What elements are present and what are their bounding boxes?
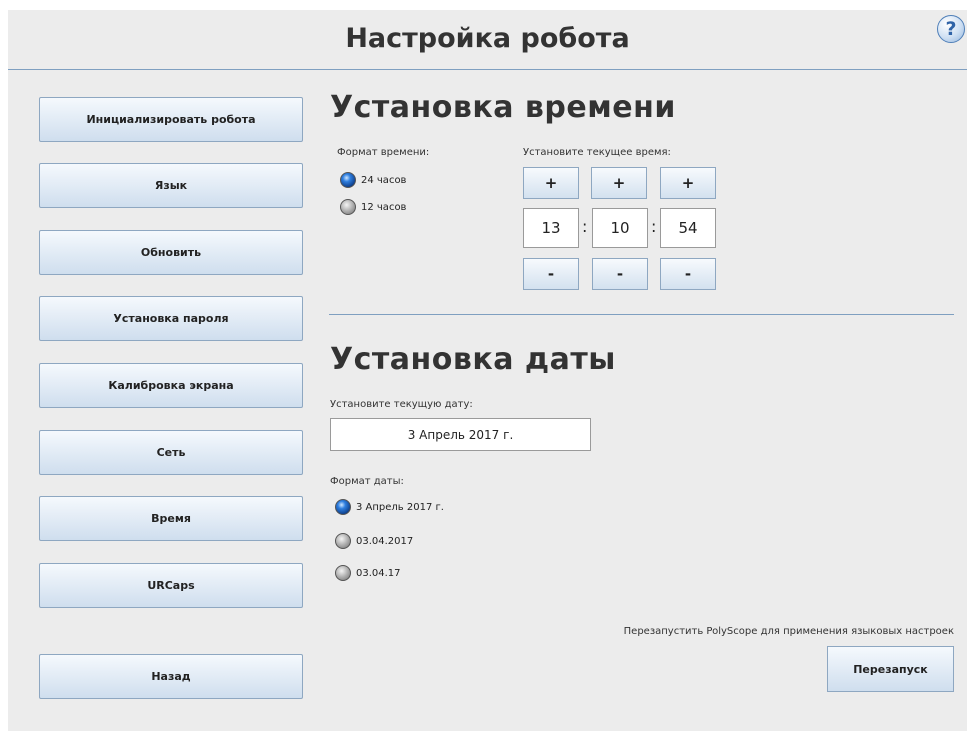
radio-unselected-icon: [335, 533, 351, 549]
seconds-field[interactable]: 54: [660, 208, 716, 248]
time-section-title: Установка времени: [330, 90, 676, 125]
section-divider: [329, 314, 954, 315]
radio-selected-icon: [335, 499, 351, 515]
date-format-full-numeric-radio[interactable]: 03.04.2017: [335, 533, 413, 549]
radio-label: 03.04.2017: [356, 535, 414, 547]
date-section-title: Установка даты: [330, 342, 616, 377]
sidebar-item-label: Установка пароля: [113, 312, 229, 325]
radio-label: 3 Апрель 2017 г.: [356, 501, 444, 513]
restart-button-label: Перезапуск: [853, 662, 928, 676]
page-title: Настройка робота: [345, 23, 630, 54]
minutes-minus-button[interactable]: -: [592, 258, 648, 290]
time-format-12h-radio[interactable]: 12 часов: [340, 199, 406, 215]
restart-button[interactable]: Перезапуск: [827, 646, 954, 692]
date-field[interactable]: 3 Апрель 2017 г.: [330, 418, 591, 451]
sidebar-item-password[interactable]: Установка пароля: [39, 296, 303, 341]
sidebar-item-label: Калибровка экрана: [108, 379, 234, 392]
minutes-plus-button[interactable]: +: [591, 167, 647, 199]
sidebar-item-language[interactable]: Язык: [39, 163, 303, 208]
screen: Настройка робота ? Инициализировать робо…: [8, 10, 967, 731]
sidebar-item-label: Время: [151, 512, 191, 525]
minutes-field[interactable]: 10: [592, 208, 648, 248]
set-date-label: Установите текущую дату:: [330, 399, 473, 410]
date-format-label: Формат даты:: [330, 476, 404, 487]
time-format-24h-radio[interactable]: 24 часов: [340, 172, 406, 188]
seconds-minus-button[interactable]: -: [660, 258, 716, 290]
back-button-label: Назад: [151, 670, 191, 683]
hours-plus-button[interactable]: +: [523, 167, 579, 199]
radio-label: 03.04.17: [356, 567, 401, 579]
radio-label: 24 часов: [361, 174, 407, 186]
sidebar-item-update[interactable]: Обновить: [39, 230, 303, 275]
seconds-plus-button[interactable]: +: [660, 167, 716, 199]
radio-selected-icon: [340, 172, 356, 188]
sidebar-item-initialize-robot[interactable]: Инициализировать робота: [39, 97, 303, 142]
radio-label: 12 часов: [361, 201, 407, 213]
radio-unselected-icon: [340, 199, 356, 215]
hours-minus-button[interactable]: -: [523, 258, 579, 290]
radio-unselected-icon: [335, 565, 351, 581]
header: Настройка робота ?: [8, 10, 967, 70]
sidebar-item-label: Язык: [154, 179, 188, 192]
date-format-long-radio[interactable]: 3 Апрель 2017 г.: [335, 499, 444, 515]
time-separator: :: [582, 217, 588, 236]
date-format-short-numeric-radio[interactable]: 03.04.17: [335, 565, 401, 581]
back-button[interactable]: Назад: [39, 654, 303, 699]
time-format-label: Формат времени:: [337, 147, 430, 158]
sidebar-item-network[interactable]: Сеть: [39, 430, 303, 475]
sidebar-item-screen-calibration[interactable]: Калибровка экрана: [39, 363, 303, 408]
sidebar-item-label: Инициализировать робота: [86, 113, 256, 126]
sidebar-item-urcaps[interactable]: URCaps: [39, 563, 303, 608]
time-separator: :: [651, 217, 657, 236]
restart-note: Перезапустить PolyScope для применения я…: [623, 626, 954, 637]
sidebar-item-label: Сеть: [156, 446, 186, 459]
hours-field[interactable]: 13: [523, 208, 579, 248]
sidebar-item-label: URCaps: [147, 579, 195, 592]
sidebar-item-time[interactable]: Время: [39, 496, 303, 541]
help-icon[interactable]: ?: [937, 15, 965, 43]
sidebar-item-label: Обновить: [140, 246, 202, 259]
set-time-label: Установите текущее время:: [523, 147, 671, 158]
